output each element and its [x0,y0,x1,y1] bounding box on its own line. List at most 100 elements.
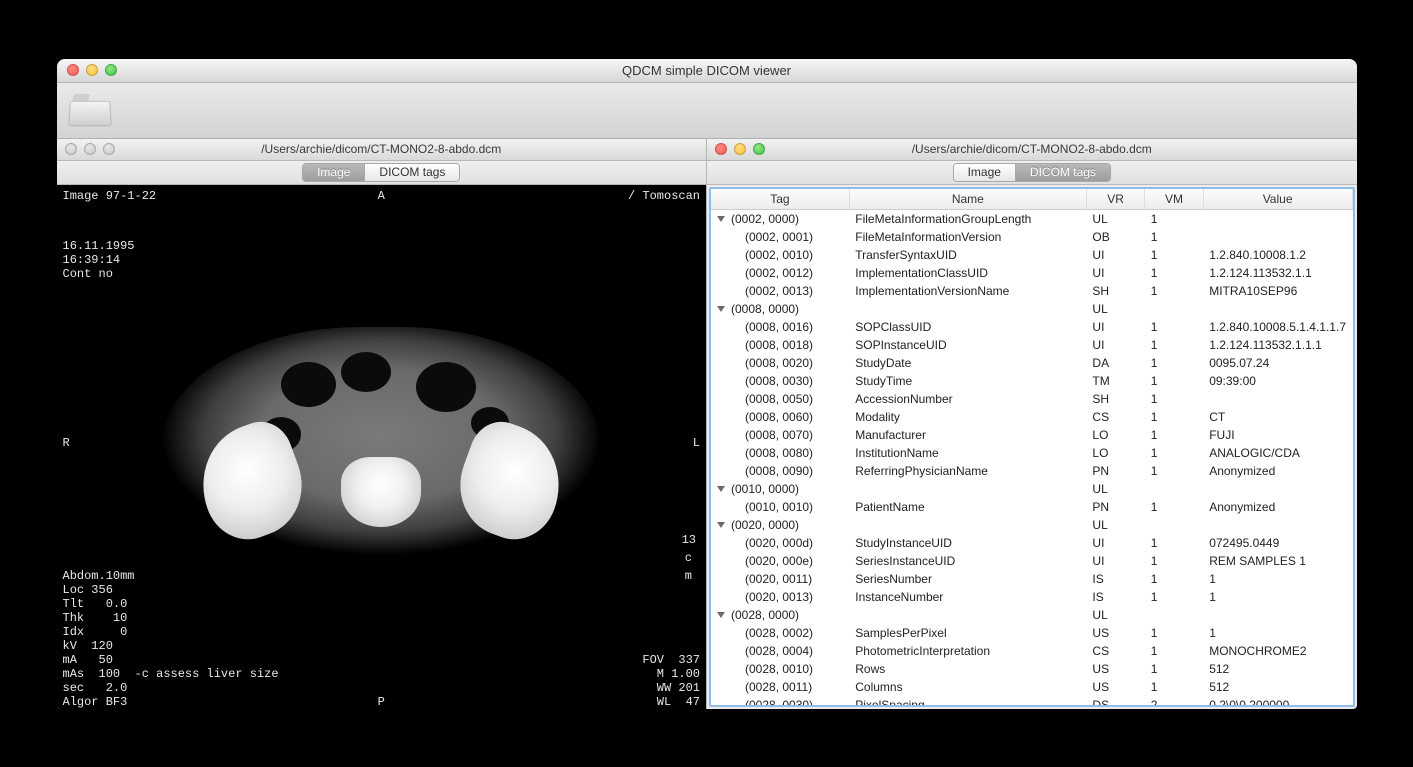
left-tabbar: Image DICOM tags [57,161,707,185]
right-tab-dicom-tags[interactable]: DICOM tags [1016,164,1110,181]
cell-vm: 1 [1145,372,1203,390]
cell-vm: 1 [1145,462,1203,480]
overlay-scale-c: c [685,551,692,565]
open-folder-button[interactable] [69,92,111,128]
cell-tag: (0008, 0070) [745,428,813,442]
chevron-down-icon[interactable] [717,216,725,222]
cell-name: Columns [849,678,1086,696]
chevron-down-icon[interactable] [717,522,725,528]
col-header-name[interactable]: Name [849,189,1086,210]
table-row[interactable]: (0002, 0000)FileMetaInformationGroupLeng… [711,209,1352,228]
table-row[interactable]: (0002, 0013)ImplementationVersionNameSH1… [711,282,1352,300]
table-row[interactable]: (0002, 0010)TransferSyntaxUIDUI11.2.840.… [711,246,1352,264]
minimize-icon[interactable] [86,64,98,76]
col-header-tag[interactable]: Tag [711,189,849,210]
cell-vr: UI [1086,264,1144,282]
cell-vm: 1 [1145,209,1203,228]
left-tab-dicom-tags[interactable]: DICOM tags [365,164,459,181]
dicom-tags-table-wrap[interactable]: Tag Name VR VM Value (0002, 0000)FileMet… [709,187,1355,707]
cell-vm: 1 [1145,588,1203,606]
cell-value: 1 [1203,570,1352,588]
table-row[interactable]: (0020, 000e)SeriesInstanceUIDUI1REM SAMP… [711,552,1352,570]
table-row[interactable]: (0008, 0070)ManufacturerLO1FUJI [711,426,1352,444]
table-row[interactable]: (0010, 0000)UL [711,480,1352,498]
table-row[interactable]: (0010, 0010)PatientNamePN1Anonymized [711,498,1352,516]
table-row[interactable]: (0028, 0002)SamplesPerPixelUS11 [711,624,1352,642]
cell-value: 1 [1203,588,1352,606]
cell-vm: 1 [1145,264,1203,282]
cell-vm: 1 [1145,318,1203,336]
right-tab-image[interactable]: Image [954,164,1016,181]
table-row[interactable]: (0020, 0011)SeriesNumberIS11 [711,570,1352,588]
overlay-posterior: P [378,695,385,709]
table-row[interactable]: (0020, 0000)UL [711,516,1352,534]
cell-value: 09:39:00 [1203,372,1352,390]
cell-name: FileMetaInformationGroupLength [849,209,1086,228]
window-title: QDCM simple DICOM viewer [57,63,1357,78]
table-row[interactable]: (0008, 0050)AccessionNumberSH1 [711,390,1352,408]
cell-name: SeriesNumber [849,570,1086,588]
cell-vr: UL [1086,606,1144,624]
cell-tag: (0020, 0013) [745,590,813,604]
table-row[interactable]: (0028, 0000)UL [711,606,1352,624]
cell-tag: (0008, 0080) [745,446,813,460]
cell-vr: PN [1086,462,1144,480]
cell-value: 1.2.840.10008.1.2 [1203,246,1352,264]
zoom-icon[interactable] [105,64,117,76]
table-row[interactable]: (0028, 0011)ColumnsUS1512 [711,678,1352,696]
table-row[interactable]: (0008, 0060)ModalityCS1CT [711,408,1352,426]
overlay-bl2: Loc 356 [63,583,113,597]
cell-vr: TM [1086,372,1144,390]
cell-vm [1145,516,1203,534]
table-row[interactable]: (0028, 0010)RowsUS1512 [711,660,1352,678]
cell-name: PixelSpacing [849,696,1086,707]
table-row[interactable]: (0008, 0030)StudyTimeTM109:39:00 [711,372,1352,390]
table-row[interactable]: (0028, 0004)PhotometricInterpretationCS1… [711,642,1352,660]
cell-vr: US [1086,678,1144,696]
close-icon[interactable] [67,64,79,76]
chevron-down-icon[interactable] [717,306,725,312]
right-tabbar: Image DICOM tags [707,161,1357,185]
table-row[interactable]: (0008, 0020)StudyDateDA10095.07.24 [711,354,1352,372]
main-window: QDCM simple DICOM viewer /Users/archie/d… [57,59,1357,709]
cell-vr: UI [1086,246,1144,264]
left-sub-titlebar: /Users/archie/dicom/CT-MONO2-8-abdo.dcm [57,139,707,161]
cell-value: REM SAMPLES 1 [1203,552,1352,570]
table-row[interactable]: (0002, 0001)FileMetaInformationVersionOB… [711,228,1352,246]
chevron-down-icon[interactable] [717,612,725,618]
cell-name: Modality [849,408,1086,426]
cell-value [1203,480,1352,498]
col-header-vr[interactable]: VR [1086,189,1144,210]
table-row[interactable]: (0020, 000d)StudyInstanceUIDUI1072495.04… [711,534,1352,552]
table-row[interactable]: (0008, 0000) UL [711,300,1352,318]
cell-tag: (0028, 0004) [745,644,813,658]
overlay-bl3: Tlt 0.0 [63,597,128,611]
col-header-vm[interactable]: VM [1145,189,1203,210]
table-row[interactable]: (0002, 0012)ImplementationClassUIDUI11.2… [711,264,1352,282]
table-row[interactable]: (0008, 0090)ReferringPhysicianNamePN1Ano… [711,462,1352,480]
cell-vr: CS [1086,642,1144,660]
cell-vr: UL [1086,300,1144,318]
cell-value [1203,606,1352,624]
overlay-br4: WL 47 [657,695,700,709]
cell-vr: SH [1086,390,1144,408]
cell-tag: (0008, 0000) [731,302,799,316]
cell-vm: 1 [1145,228,1203,246]
dicom-image-viewport[interactable]: Image 97-1-22 A / Tomoscan 16.11.1995 16… [57,185,707,709]
overlay-left-marker: L [693,436,700,450]
overlay-bl9: sec 2.0 [63,681,128,695]
table-row[interactable]: (0008, 0018)SOPInstanceUIDUI11.2.124.113… [711,336,1352,354]
cell-vm: 1 [1145,354,1203,372]
table-row[interactable]: (0008, 0016)SOPClassUIDUI11.2.840.10008.… [711,318,1352,336]
left-tab-image[interactable]: Image [303,164,365,181]
dicom-tags-table: Tag Name VR VM Value (0002, 0000)FileMet… [711,189,1353,707]
table-row[interactable]: (0008, 0080)InstitutionNameLO1ANALOGIC/C… [711,444,1352,462]
cell-name: InstanceNumber [849,588,1086,606]
cell-name [849,300,1086,318]
col-header-value[interactable]: Value [1203,189,1352,210]
cell-value: MONOCHROME2 [1203,642,1352,660]
chevron-down-icon[interactable] [717,486,725,492]
cell-vm [1145,480,1203,498]
table-row[interactable]: (0020, 0013)InstanceNumberIS11 [711,588,1352,606]
table-row[interactable]: (0028, 0030)PixelSpacingDS20.2\0\0.20000… [711,696,1352,707]
